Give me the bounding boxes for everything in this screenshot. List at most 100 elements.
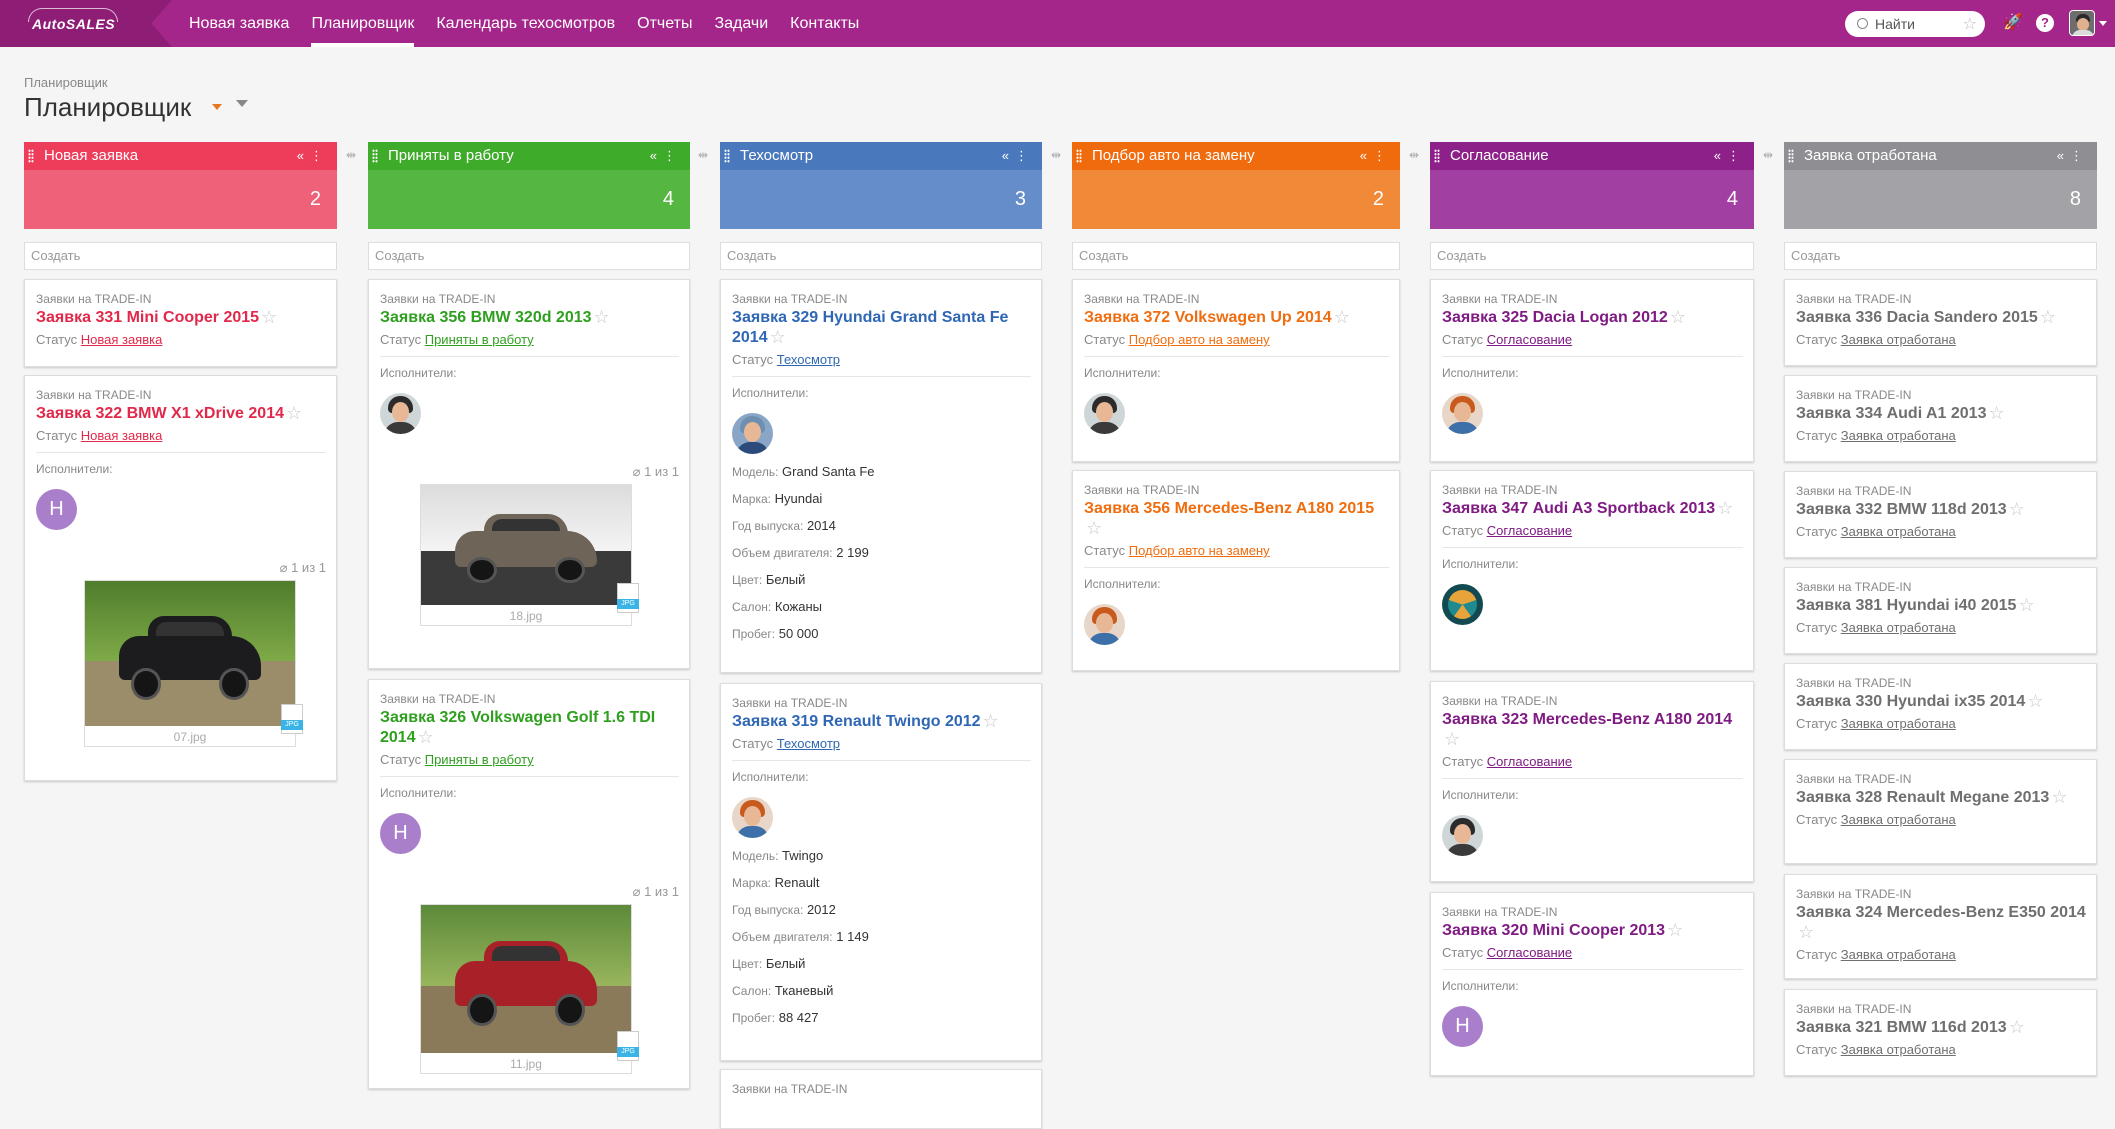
column-header[interactable]: Согласование «⋮ bbox=[1430, 142, 1754, 170]
nav-reports[interactable]: Отчеты bbox=[637, 0, 692, 47]
request-card[interactable]: Заявки на TRADE-IN Заявка 328 Renault Meg… bbox=[1784, 759, 2097, 864]
column-controls-icon[interactable]: «⋮ bbox=[2057, 142, 2089, 170]
card-title[interactable]: Заявка 356 BMW 320d 2013 ☆ bbox=[380, 308, 679, 328]
favorite-star-icon[interactable]: ☆ bbox=[983, 712, 999, 730]
favorite-star-icon[interactable]: ☆ bbox=[2051, 788, 2067, 806]
attachment-counter[interactable]: ⌀ 1 из 1 bbox=[380, 464, 679, 480]
drag-handle-icon[interactable] bbox=[1434, 149, 1440, 163]
request-card[interactable]: Заявки на TRADE-IN Заявка 323 Mercedes-Be… bbox=[1430, 681, 1754, 882]
status-link[interactable]: Техосмотр bbox=[777, 352, 840, 367]
card-title-text[interactable]: Заявка 381 Hyundai i40 2015 bbox=[1796, 597, 2016, 614]
drag-handle-icon[interactable] bbox=[724, 149, 730, 163]
status-link[interactable]: Новая заявка bbox=[81, 428, 163, 443]
status-link[interactable]: Заявка отработана bbox=[1841, 716, 1956, 731]
status-link[interactable]: Заявка отработана bbox=[1841, 1042, 1956, 1057]
attachment-counter[interactable]: ⌀ 1 из 1 bbox=[380, 884, 679, 900]
favorite-star-icon[interactable]: ☆ bbox=[418, 728, 434, 746]
card-title[interactable]: Заявка 328 Renault Megane 2013 ☆ bbox=[1796, 788, 2086, 808]
nav-contacts[interactable]: Контакты bbox=[790, 0, 859, 47]
attachment-thumbnail[interactable]: JPG 18.jpg bbox=[420, 484, 639, 626]
request-card[interactable]: Заявки на TRADE-IN Заявка 331 Mini Cooper… bbox=[24, 279, 337, 367]
create-input[interactable]: Создать bbox=[1072, 242, 1400, 270]
title-dropdown-icon[interactable] bbox=[212, 104, 222, 110]
card-title[interactable]: Заявка 326 Volkswagen Golf 1.6 TDI 2014 … bbox=[380, 708, 679, 748]
request-card[interactable]: Заявки на TRADE-IN Заявка 334 Audi A1 201… bbox=[1784, 375, 2097, 462]
favorite-star-icon[interactable]: ☆ bbox=[1963, 14, 1977, 34]
request-card[interactable]: Заявки на TRADE-IN Заявка 381 Hyundai i40… bbox=[1784, 567, 2097, 654]
breadcrumb[interactable]: Планировщик bbox=[24, 75, 108, 90]
card-title-text[interactable]: Заявка 323 Mercedes-Benz A180 2014 bbox=[1442, 711, 1732, 728]
favorite-star-icon[interactable]: ☆ bbox=[770, 328, 786, 346]
card-title-text[interactable]: Заявка 347 Audi A3 Sportback 2013 bbox=[1442, 500, 1715, 517]
create-input[interactable]: Создать bbox=[1430, 242, 1754, 270]
column-resize-handle[interactable]: ⇹ bbox=[345, 148, 357, 162]
favorite-star-icon[interactable]: ☆ bbox=[1086, 519, 1102, 537]
request-card[interactable]: Заявки на TRADE-IN Заявка 330 Hyundai ix3… bbox=[1784, 663, 2097, 750]
request-card[interactable]: Заявки на TRADE-IN Заявка 356 Mercedes-Be… bbox=[1072, 470, 1400, 671]
status-link[interactable]: Заявка отработана bbox=[1841, 812, 1956, 827]
drag-handle-icon[interactable] bbox=[1788, 149, 1794, 163]
favorite-star-icon[interactable]: ☆ bbox=[1444, 730, 1460, 748]
request-card[interactable]: Заявки на TRADE-IN Заявка 326 Volkswagen … bbox=[368, 679, 690, 1089]
favorite-star-icon[interactable]: ☆ bbox=[2009, 500, 2025, 518]
request-card[interactable]: Заявки на TRADE-IN Заявка 324 Mercedes-Be… bbox=[1784, 874, 2097, 979]
favorite-star-icon[interactable]: ☆ bbox=[1988, 404, 2004, 422]
executor-avatar[interactable]: H bbox=[36, 489, 77, 530]
card-title-text[interactable]: Заявка 372 Volkswagen Up 2014 bbox=[1084, 309, 1332, 326]
favorite-star-icon[interactable]: ☆ bbox=[2018, 596, 2034, 614]
status-link[interactable]: Подбор авто на замену bbox=[1129, 543, 1270, 558]
create-input[interactable]: Создать bbox=[24, 242, 337, 270]
column-controls-icon[interactable]: «⋮ bbox=[1002, 142, 1034, 170]
request-card[interactable]: Заявки на TRADE-IN Заявка 372 Volkswagen … bbox=[1072, 279, 1400, 462]
card-title-text[interactable]: Заявка 321 BMW 116d 2013 bbox=[1796, 1019, 2007, 1036]
file-name[interactable]: 07.jpg bbox=[85, 730, 295, 744]
status-link[interactable]: Согласование bbox=[1487, 754, 1572, 769]
file-name[interactable]: 18.jpg bbox=[421, 609, 631, 623]
favorite-star-icon[interactable]: ☆ bbox=[2027, 692, 2043, 710]
status-link[interactable]: Приняты в работу bbox=[425, 752, 534, 767]
request-card[interactable]: Заявки на TRADE-IN Заявка 336 Dacia Sande… bbox=[1784, 279, 2097, 366]
executor-avatar[interactable] bbox=[1442, 393, 1483, 434]
card-title-text[interactable]: Заявка 325 Dacia Logan 2012 bbox=[1442, 309, 1668, 326]
card-title[interactable]: Заявка 330 Hyundai ix35 2014 ☆ bbox=[1796, 692, 2086, 712]
card-title[interactable]: Заявка 381 Hyundai i40 2015 ☆ bbox=[1796, 596, 2086, 616]
search-box[interactable]: Найти ☆ bbox=[1845, 11, 1985, 37]
status-link[interactable]: Приняты в работу bbox=[425, 332, 534, 347]
status-link[interactable]: Заявка отработана bbox=[1841, 947, 1956, 962]
column-resize-handle[interactable]: ⇹ bbox=[1762, 148, 1774, 162]
car-photo[interactable] bbox=[421, 905, 631, 1053]
card-title[interactable]: Заявка 321 BMW 116d 2013 ☆ bbox=[1796, 1018, 2086, 1038]
search-input[interactable]: Найти bbox=[1875, 16, 1915, 32]
drag-handle-icon[interactable] bbox=[28, 149, 34, 163]
status-link[interactable]: Заявка отработана bbox=[1841, 332, 1956, 347]
card-title[interactable]: Заявка 324 Mercedes-Benz E350 2014 ☆ bbox=[1796, 903, 2086, 943]
card-title[interactable]: Заявка 334 Audi A1 2013 ☆ bbox=[1796, 404, 2086, 424]
card-title[interactable]: Заявка 356 Mercedes-Benz A180 2015 ☆ bbox=[1084, 499, 1389, 539]
executor-avatar[interactable]: H bbox=[380, 813, 421, 854]
request-card[interactable]: Заявки на TRADE-IN Заявка 329 Hyundai Gra… bbox=[720, 279, 1042, 673]
request-card[interactable]: Заявки на TRADE-IN Заявка 332 BMW 118d 20… bbox=[1784, 471, 2097, 558]
column-resize-handle[interactable]: ⇹ bbox=[1408, 148, 1420, 162]
drag-handle-icon[interactable] bbox=[1076, 149, 1082, 163]
card-title[interactable]: Заявка 331 Mini Cooper 2015 ☆ bbox=[36, 308, 326, 328]
column-header[interactable]: Техосмотр «⋮ bbox=[720, 142, 1042, 170]
request-card[interactable]: Заявки на TRADE-IN Заявка 321 BMW 116d 20… bbox=[1784, 989, 2097, 1076]
favorite-star-icon[interactable]: ☆ bbox=[2009, 1018, 2025, 1036]
column-controls-icon[interactable]: «⋮ bbox=[650, 142, 682, 170]
car-photo[interactable] bbox=[421, 485, 631, 605]
card-title-text[interactable]: Заявка 356 Mercedes-Benz A180 2015 bbox=[1084, 500, 1374, 517]
filter-icon[interactable] bbox=[236, 100, 248, 110]
status-link[interactable]: Согласование bbox=[1487, 945, 1572, 960]
favorite-star-icon[interactable]: ☆ bbox=[261, 308, 277, 326]
user-menu-caret-icon[interactable] bbox=[2099, 21, 2107, 26]
request-card[interactable]: Заявки на TRADE-IN bbox=[720, 1069, 1042, 1129]
column-header[interactable]: Подбор авто на замену «⋮ bbox=[1072, 142, 1400, 170]
column-resize-handle[interactable]: ⇹ bbox=[697, 148, 709, 162]
card-title[interactable]: Заявка 322 BMW X1 xDrive 2014 ☆ bbox=[36, 404, 326, 424]
user-avatar[interactable] bbox=[2069, 10, 2095, 36]
favorite-star-icon[interactable]: ☆ bbox=[1717, 499, 1733, 517]
card-title[interactable]: Заявка 336 Dacia Sandero 2015 ☆ bbox=[1796, 308, 2086, 328]
nav-new-request[interactable]: Новая заявка bbox=[189, 0, 289, 47]
card-title-text[interactable]: Заявка 334 Audi A1 2013 bbox=[1796, 405, 1986, 422]
card-title[interactable]: Заявка 325 Dacia Logan 2012 ☆ bbox=[1442, 308, 1743, 328]
